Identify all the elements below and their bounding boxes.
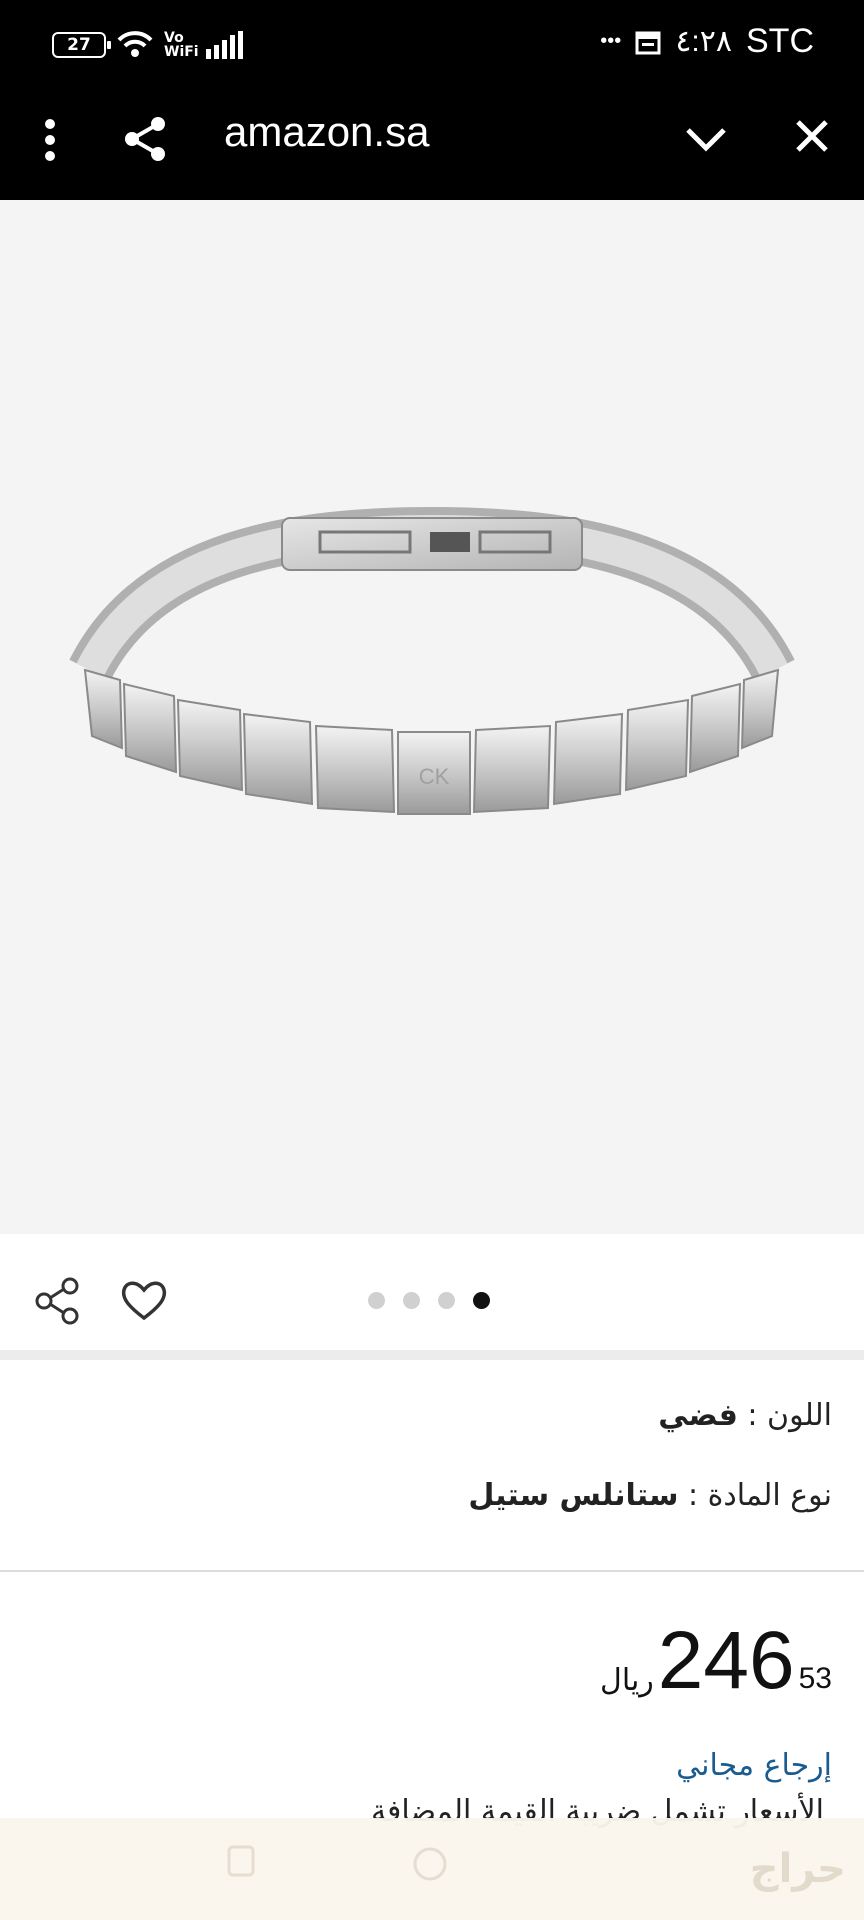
carousel-dot[interactable] bbox=[368, 1292, 385, 1309]
more-notifications-icon: ••• bbox=[600, 30, 622, 52]
section-divider bbox=[0, 1570, 864, 1572]
more-vert-icon[interactable] bbox=[40, 118, 60, 162]
color-label: اللون : bbox=[747, 1398, 832, 1433]
share-icon[interactable] bbox=[120, 114, 170, 164]
bracelet-image: CK bbox=[69, 506, 795, 815]
heart-icon[interactable] bbox=[120, 1278, 168, 1322]
carousel-indicator bbox=[368, 1292, 490, 1309]
recent-apps-icon[interactable] bbox=[226, 1844, 256, 1878]
carrier-label: STC bbox=[746, 22, 814, 60]
bracelet-logo: CK bbox=[419, 764, 450, 789]
battery-indicator: 27 bbox=[52, 32, 111, 58]
carousel-dot[interactable] bbox=[403, 1292, 420, 1309]
chevron-down-icon[interactable] bbox=[684, 122, 728, 156]
wifi-icon bbox=[117, 31, 153, 57]
free-returns-link[interactable]: إرجاع مجاني bbox=[676, 1748, 832, 1783]
close-icon[interactable] bbox=[792, 116, 832, 156]
status-right: ••• ٤:٢٨ STC bbox=[600, 22, 814, 61]
share-icon[interactable] bbox=[34, 1276, 80, 1326]
price-whole: 246 bbox=[657, 1615, 795, 1706]
vowifi-label: Vo WiFi bbox=[164, 30, 199, 60]
url-bar[interactable]: amazon.sa bbox=[224, 108, 429, 156]
section-divider bbox=[0, 1350, 864, 1360]
calendar-icon bbox=[635, 31, 661, 54]
watermark-logo: حراج bbox=[749, 1846, 846, 1892]
price-currency: ريال bbox=[600, 1663, 654, 1698]
color-attribute: اللون : فضي bbox=[658, 1398, 832, 1433]
home-icon[interactable] bbox=[410, 1844, 450, 1884]
material-value: ستانلس ستيل bbox=[468, 1478, 679, 1513]
price-fraction: 53 bbox=[798, 1662, 832, 1695]
browser-toolbar bbox=[0, 96, 864, 200]
status-bar: 27 Vo WiFi ••• ٤:٢٨ STC bbox=[0, 0, 864, 96]
price: ريال 246 53 bbox=[600, 1620, 832, 1702]
material-attribute: نوع المادة : ستانلس ستيل bbox=[468, 1478, 832, 1513]
carousel-dot-active[interactable] bbox=[473, 1292, 490, 1309]
carousel-dot[interactable] bbox=[438, 1292, 455, 1309]
bottom-nav-overlay bbox=[0, 1818, 864, 1920]
material-label: نوع المادة : bbox=[688, 1478, 832, 1513]
status-left: 27 Vo WiFi bbox=[52, 30, 244, 60]
product-image[interactable]: CK bbox=[0, 200, 864, 1234]
signal-icon bbox=[206, 31, 243, 59]
clock: ٤:٢٨ bbox=[675, 25, 732, 58]
color-value: فضي bbox=[658, 1398, 738, 1433]
